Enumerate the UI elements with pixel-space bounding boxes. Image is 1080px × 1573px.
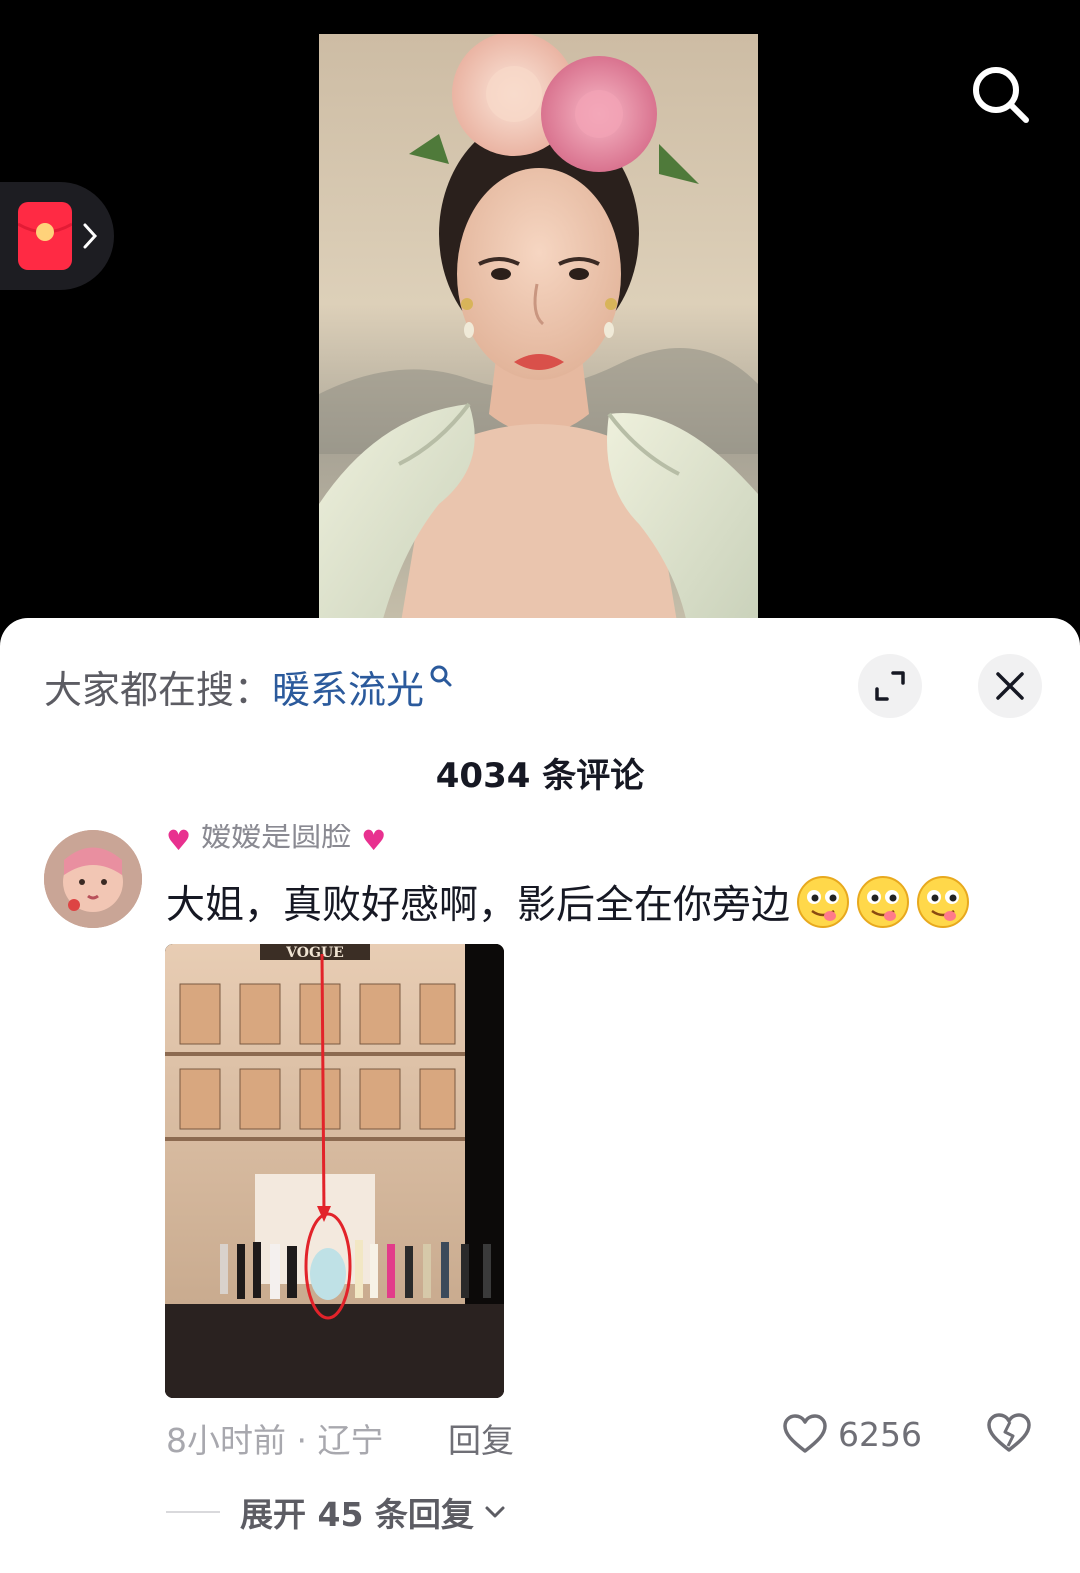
pink-heart-icon: ♥	[166, 824, 192, 857]
red-packet-entry[interactable]	[0, 182, 114, 290]
comment-attached-image[interactable]: VOGUE	[165, 944, 504, 1398]
tongue-emoji-icon	[857, 876, 910, 928]
comment-meta-row: 8小时前 · 辽宁 回复 6256	[166, 1413, 1046, 1462]
search-button[interactable]	[968, 62, 1034, 128]
heart-outline-icon	[783, 1414, 827, 1453]
video-area[interactable]	[0, 0, 1080, 640]
video-portrait-image[interactable]	[319, 34, 758, 634]
comment-text: 大姐，真败好感啊，影后全在你旁边	[166, 874, 970, 930]
hot-search-keyword[interactable]: 暖系流光	[272, 659, 424, 714]
reply-button[interactable]: 回复	[448, 1414, 514, 1462]
hot-search-suggestion[interactable]: 大家都在搜： 暖系流光	[44, 662, 454, 712]
like-button[interactable]: 6256	[782, 1410, 922, 1458]
expand-replies-label: 展开 45 条回复	[240, 1495, 474, 1534]
broken-heart-icon[interactable]	[986, 1410, 1032, 1456]
search-icon	[430, 665, 452, 687]
like-count: 6256	[838, 1414, 922, 1454]
event-photo: VOGUE	[165, 944, 504, 1398]
tongue-emoji-icon	[797, 876, 850, 928]
expand-replies-button[interactable]: 展开 45 条回复	[166, 1488, 506, 1536]
expand-icon	[875, 671, 905, 701]
username[interactable]: 嫒嫒是圆脸	[201, 824, 351, 855]
comment-count-title: 4034 条评论	[435, 756, 645, 796]
portrait-illustration	[319, 34, 758, 634]
comment-body: 大姐，真败好感啊，影后全在你旁边	[166, 883, 791, 928]
tongue-emoji-icon	[917, 876, 970, 928]
avatar[interactable]	[44, 830, 142, 928]
search-icon	[973, 67, 1029, 123]
chevron-right-icon	[83, 223, 98, 249]
pink-heart-icon: ♥	[361, 824, 387, 857]
username-row[interactable]: ♥ 嫒嫒是圆脸 ♥	[166, 824, 386, 858]
chevron-down-icon	[485, 1506, 505, 1518]
hot-search-prefix: 大家都在搜：	[44, 667, 273, 712]
close-icon	[996, 672, 1024, 700]
comment-item: ♥ 嫒嫒是圆脸 ♥ 大姐，真败好感啊，影后全在你旁边 VOGUE 8小时前 · …	[0, 824, 1080, 1573]
expand-sheet-button[interactable]	[858, 654, 922, 718]
close-sheet-button[interactable]	[978, 654, 1042, 718]
red-packet-icon	[18, 202, 72, 270]
avatar-image	[44, 830, 142, 928]
divider-line	[166, 1511, 220, 1513]
time-location: 8小时前 · 辽宁	[166, 1421, 384, 1460]
comment-sheet: 大家都在搜： 暖系流光 4034 条评论 ♥ 嫒嫒是圆脸 ♥ 大姐，真败好感啊，…	[0, 618, 1080, 1573]
vogue-sign: VOGUE	[285, 945, 344, 961]
